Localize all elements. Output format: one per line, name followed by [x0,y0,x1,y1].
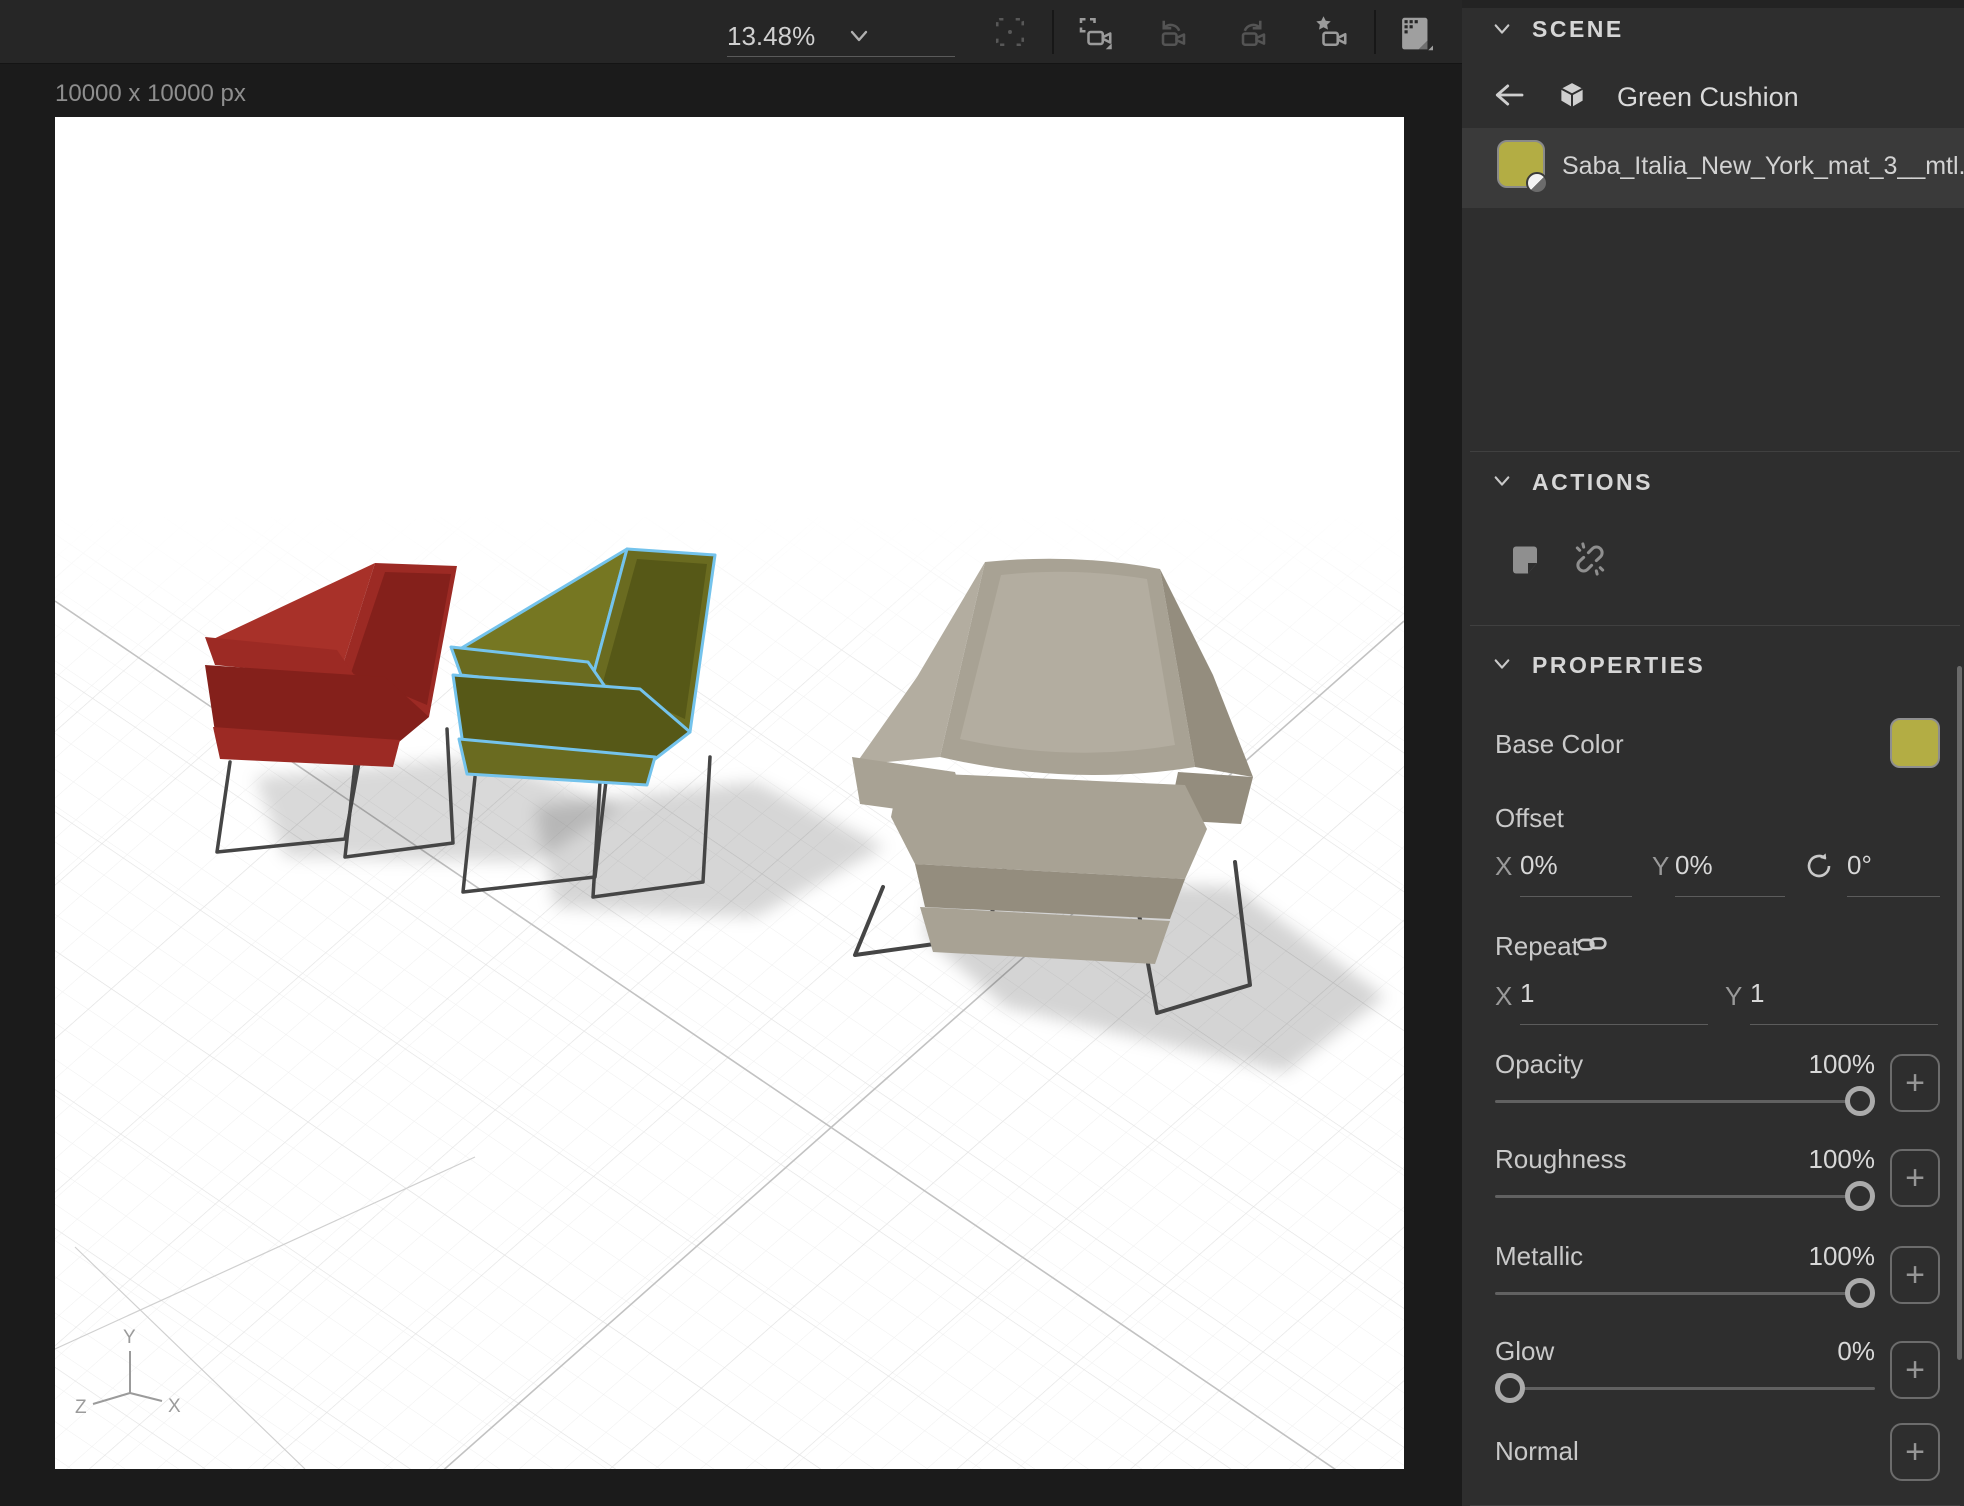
add-metallic-map-button[interactable]: + [1890,1246,1940,1304]
chevron-down-icon [849,29,869,43]
camera-bookmark-icon[interactable] [1311,12,1351,52]
offset-y-input[interactable]: 0% [1675,850,1785,897]
glow-row: Glow 0% + [1495,1336,1940,1416]
glow-slider[interactable] [1495,1387,1875,1390]
metallic-slider[interactable] [1495,1292,1875,1295]
add-roughness-map-button[interactable]: + [1890,1149,1940,1207]
right-panel: SCENE Green Cushion Saba_Italia_New_York… [1462,0,1964,1506]
offset-label: Offset [1495,803,1564,834]
repeat-y-input[interactable]: 1 [1750,978,1938,1025]
opacity-slider[interactable] [1495,1100,1875,1103]
material-breadcrumb-row: Green Cushion [1493,80,1799,115]
base-color-label: Base Color [1495,729,1624,760]
offset-x-label: X [1495,851,1512,882]
scene-render: Y Z X [55,117,1404,1469]
toolbar-separator [1052,10,1054,54]
actions-collapse-chevron[interactable] [1493,474,1511,493]
section-divider [1470,625,1960,626]
axis-z-label: Z [75,1397,87,1418]
top-toolbar: 13.48% [0,0,1462,64]
glow-slider-knob[interactable] [1495,1373,1525,1403]
base-color-swatch[interactable] [1890,718,1940,768]
opacity-value: 100% [1809,1049,1876,1080]
metallic-value: 100% [1809,1241,1876,1272]
scene-collapse-chevron[interactable] [1493,22,1511,41]
fit-to-view-icon[interactable] [990,12,1030,52]
add-opacity-map-button[interactable]: + [1890,1054,1940,1112]
back-arrow-icon[interactable] [1493,82,1525,113]
repeat-y-label: Y [1725,981,1742,1012]
normal-label: Normal [1495,1436,1579,1467]
canvas-size-label: 10000 x 10000 px [55,80,246,108]
repeat-x-input[interactable]: 1 [1520,978,1708,1025]
cube-icon [1557,80,1587,115]
repeat-x-label: X [1495,981,1512,1012]
selected-object-name: Green Cushion [1617,82,1799,113]
roughness-slider-knob[interactable] [1845,1181,1875,1211]
new-material-icon[interactable] [1507,541,1543,584]
glow-value: 0% [1837,1336,1875,1367]
offset-x-input[interactable]: 0% [1520,850,1632,897]
roughness-slider[interactable] [1495,1195,1875,1198]
opacity-row: Opacity 100% + [1495,1049,1940,1129]
viewport-3d[interactable]: 13.48% [0,0,1462,1506]
camera-frame-icon[interactable] [1076,12,1116,52]
panel-scrollbar[interactable] [1957,666,1962,1360]
metallic-label: Metallic [1495,1241,1583,1272]
zoom-level-dropdown[interactable]: 13.48% [727,16,955,57]
toolbar-separator [1374,10,1376,54]
link-icon[interactable] [1576,932,1608,961]
camera-undo-icon[interactable] [1152,12,1192,52]
rotation-input[interactable]: 0° [1847,850,1940,897]
zoom-level-value: 13.48% [727,21,815,52]
roughness-label: Roughness [1495,1144,1627,1175]
roughness-value: 100% [1809,1144,1876,1175]
metallic-slider-knob[interactable] [1845,1278,1875,1308]
axis-x-label: X [168,1396,181,1417]
rotate-icon[interactable] [1803,850,1835,887]
render-preview-icon[interactable] [1394,12,1434,52]
metallic-row: Metallic 100% + [1495,1241,1940,1321]
artboard[interactable]: Y Z X [55,117,1404,1469]
add-glow-map-button[interactable]: + [1890,1341,1940,1399]
opacity-label: Opacity [1495,1049,1583,1080]
opacity-slider-knob[interactable] [1845,1086,1875,1116]
add-normal-map-button[interactable]: + [1890,1423,1940,1481]
material-list-item-selected[interactable]: Saba_Italia_New_York_mat_3__mtl.. [1462,128,1964,208]
application-window: 13.48% [0,0,1964,1506]
unlink-material-icon[interactable] [1571,539,1609,584]
normal-row: Normal + [1495,1423,1940,1483]
repeat-label: Repeat [1495,931,1579,962]
scene-section-header: SCENE [1532,16,1624,43]
properties-section-header: PROPERTIES [1532,652,1705,679]
properties-collapse-chevron[interactable] [1493,657,1511,676]
actions-section-header: ACTIONS [1532,469,1653,496]
section-divider [1470,451,1960,452]
roughness-row: Roughness 100% + [1495,1144,1940,1224]
material-name: Saba_Italia_New_York_mat_3__mtl.. [1562,152,1964,181]
camera-redo-icon[interactable] [1232,12,1272,52]
axis-y-label: Y [123,1327,136,1348]
glow-label: Glow [1495,1336,1554,1367]
material-badge-icon [1526,172,1548,194]
offset-y-label: Y [1652,851,1669,882]
